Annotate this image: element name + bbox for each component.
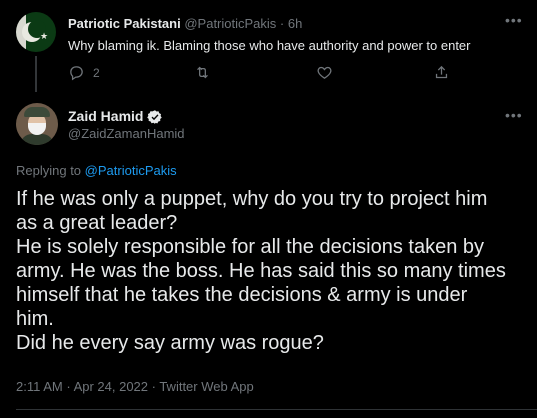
like-button[interactable]: [316, 64, 333, 81]
more-icon[interactable]: •••: [505, 107, 523, 123]
reply-button[interactable]: 2: [68, 64, 100, 81]
display-name[interactable]: Patriotic Pakistani: [68, 16, 181, 31]
main-tweet: Zaid Hamid @ZaidZamanHamid ••• Replying …: [0, 95, 537, 418]
reply-count: 2: [93, 65, 100, 80]
tweet-text-line: as a great leader?: [16, 212, 178, 234]
tweet-text-line: Did he every say army was rogue?: [16, 332, 324, 354]
tweet-text-line: If he was only a puppet, why do you try …: [16, 188, 488, 210]
thread-line: [35, 56, 37, 92]
replying-to: Replying to @PatrioticPakis: [16, 163, 177, 179]
tweet-actions: 2: [68, 64, 508, 84]
more-icon[interactable]: •••: [505, 12, 523, 28]
handle[interactable]: @ZaidZamanHamid: [68, 126, 185, 142]
tweet-text-line: army. He was the boss. He has said this …: [16, 260, 506, 282]
tweet-text-line: himself that he takes the decisions & ar…: [16, 284, 468, 306]
heart-icon: [317, 66, 332, 79]
retweet-icon: [197, 66, 208, 79]
tweet-text-line: He is solely responsible for all the dec…: [16, 236, 485, 258]
share-icon: [435, 65, 448, 79]
parent-tweet[interactable]: ★ Patriotic Pakistani @PatrioticPakis · …: [0, 0, 537, 95]
tweet-text: If he was only a puppet, why do you try …: [16, 187, 531, 355]
replying-prefix: Replying to: [16, 163, 82, 178]
share-button[interactable]: [433, 64, 450, 81]
timestamp[interactable]: 6h: [288, 16, 302, 31]
avatar[interactable]: ★: [16, 12, 56, 52]
retweet-button[interactable]: [194, 64, 211, 81]
separator: ·: [279, 16, 285, 31]
handle[interactable]: @PatrioticPakis: [184, 16, 276, 31]
reply-icon: [70, 66, 83, 81]
tweet-meta[interactable]: 2:11 AM · Apr 24, 2022 · Twitter Web App: [16, 379, 254, 395]
verified-icon: [147, 109, 163, 124]
tweet-text: Why blaming ik. Blaming those who have a…: [68, 38, 471, 53]
divider: [16, 409, 537, 410]
display-name[interactable]: Zaid Hamid: [68, 108, 143, 125]
avatar[interactable]: [16, 103, 58, 145]
display-name-row: Zaid Hamid: [68, 108, 163, 125]
tweet-text-line: him.: [16, 308, 54, 330]
replying-to-link[interactable]: @PatrioticPakis: [85, 163, 177, 178]
parent-tweet-header: Patriotic Pakistani @PatrioticPakis · 6h: [68, 16, 302, 32]
